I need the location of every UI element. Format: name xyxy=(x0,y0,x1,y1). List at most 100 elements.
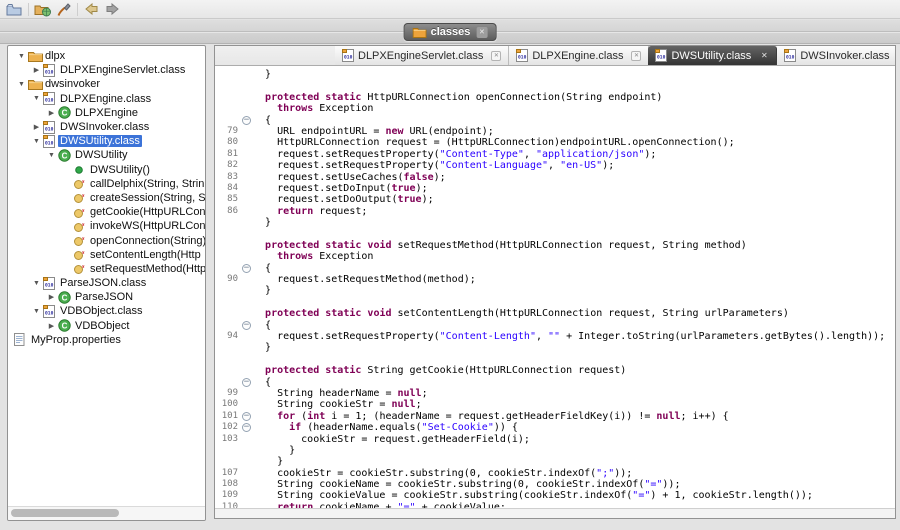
code-line xyxy=(215,297,895,308)
tree-item[interactable]: ▼010DLPXEngine.class xyxy=(8,92,205,106)
tree-item[interactable]: ▶CDLPXEngine xyxy=(8,106,205,120)
close-icon[interactable]: ✕ xyxy=(631,51,641,61)
svg-text:s: s xyxy=(81,192,85,199)
package-tree[interactable]: ▼dlpx▶010DLPXEngineServlet.class▼dwsinvo… xyxy=(8,49,205,507)
tree-item[interactable]: ▼dlpx xyxy=(8,49,205,63)
paintbrush-button[interactable] xyxy=(53,1,74,18)
code-text: request.setDoOutput(true); xyxy=(253,194,434,205)
tree-item-label: getCookie(HttpURLCon xyxy=(88,206,205,218)
back-icon xyxy=(83,2,100,16)
tree-item-label: setRequestMethod(Http xyxy=(88,263,205,275)
code-line: 90 request.setRequestMethod(method); xyxy=(215,274,895,285)
svg-text:s: s xyxy=(81,263,85,270)
close-icon[interactable]: ✕ xyxy=(759,51,769,61)
code-line: 107 cookieStr = cookieStr.substring(0, c… xyxy=(215,468,895,479)
code-text: request.setUseCaches(false); xyxy=(253,172,446,183)
tree-item[interactable]: ▼ C DWSUtility xyxy=(8,148,205,162)
twisty-collapsed-icon[interactable]: ▶ xyxy=(45,109,58,117)
tree-item[interactable]: ▼010 DWSUtility.class xyxy=(8,134,205,148)
close-icon[interactable]: ✕ xyxy=(491,51,501,61)
window-tab-classes[interactable]: classes ✕ xyxy=(404,23,497,41)
smethod-icon: s xyxy=(73,220,88,233)
line-number: 101 xyxy=(215,411,240,422)
line-number xyxy=(215,354,240,365)
svg-text:C: C xyxy=(62,151,68,160)
tree-horizontal-scrollbar[interactable] xyxy=(8,506,205,520)
editor-tab[interactable]: 010 DLPXEngineServlet.class ✕ xyxy=(335,46,509,65)
fold-collapse-icon[interactable]: − xyxy=(242,378,251,387)
tree-item[interactable]: ssetContentLength(Http xyxy=(8,248,205,262)
fold-collapse-icon[interactable]: − xyxy=(242,264,251,273)
line-number: 82 xyxy=(215,160,240,171)
code-line: 83 request.setUseCaches(false); xyxy=(215,172,895,183)
tree-item-label: invokeWS(HttpURLConn xyxy=(88,220,205,232)
tree-item-label: DWSUtility xyxy=(73,149,130,161)
code-line: 81 request.setRequestProperty("Content-T… xyxy=(215,149,895,160)
twisty-expanded-icon[interactable]: ▼ xyxy=(30,280,43,287)
fold-collapse-icon[interactable]: − xyxy=(242,321,251,330)
close-icon[interactable]: ✕ xyxy=(476,27,487,38)
editor-tab[interactable]: 010DLPXEngine.class✕ xyxy=(509,46,649,65)
code-line: 84 request.setDoInput(true); xyxy=(215,183,895,194)
svg-text:010: 010 xyxy=(45,140,54,146)
svg-text:s: s xyxy=(81,249,85,256)
twisty-expanded-icon[interactable]: ▼ xyxy=(30,308,43,315)
class-file-icon: 010 xyxy=(342,49,354,62)
twisty-collapsed-icon[interactable]: ▶ xyxy=(45,293,58,301)
tree-item[interactable]: ▼010VDBObject.class xyxy=(8,304,205,318)
scrollbar-thumb[interactable] xyxy=(11,509,119,517)
tree-item[interactable]: ▼dwsinvoker xyxy=(8,77,205,91)
tree-item[interactable]: ▼010ParseJSON.class xyxy=(8,276,205,290)
smethod-icon: s xyxy=(73,191,88,204)
twisty-collapsed-icon[interactable]: ▶ xyxy=(30,123,43,131)
tree-item[interactable]: ▶CVDBObject xyxy=(8,319,205,333)
tree-item[interactable]: DWSUtility() xyxy=(8,163,205,177)
smethod-icon: s xyxy=(73,177,88,190)
line-number xyxy=(215,80,240,91)
twisty-expanded-icon[interactable]: ▼ xyxy=(30,138,43,145)
editor-tab[interactable]: 010DWSInvoker.class✕ xyxy=(777,46,896,65)
tree-item[interactable]: ▶CParseJSON xyxy=(8,290,205,304)
twisty-expanded-icon[interactable]: ▼ xyxy=(15,53,28,60)
twisty-expanded-icon[interactable]: ▼ xyxy=(45,152,58,159)
editor-tab-label: DLPXEngineServlet.class xyxy=(358,50,483,62)
code-editor[interactable]: } protected static HttpURLConnection ope… xyxy=(215,67,895,509)
code-text: if (headerName.equals("Set-Cookie")) { xyxy=(253,422,518,433)
code-text: throws Exception xyxy=(253,251,373,262)
open-file-button[interactable] xyxy=(4,1,25,18)
back-button[interactable] xyxy=(81,1,102,18)
code-text: { xyxy=(253,263,271,274)
fold-collapse-icon[interactable]: − xyxy=(242,116,251,125)
tree-item[interactable]: ssetRequestMethod(Http xyxy=(8,262,205,276)
smethod-icon: s xyxy=(73,234,88,247)
forward-button[interactable] xyxy=(102,1,123,18)
tree-item[interactable]: MyProp.properties xyxy=(8,333,205,347)
svg-text:010: 010 xyxy=(344,55,353,61)
fold-collapse-icon[interactable]: − xyxy=(242,423,251,432)
tree-item[interactable]: ▶010DWSInvoker.class xyxy=(8,120,205,134)
package-tree-panel: ▼dlpx▶010DLPXEngineServlet.class▼dwsinvo… xyxy=(7,45,206,521)
twisty-expanded-icon[interactable]: ▼ xyxy=(15,81,28,88)
tree-item[interactable]: scallDelphix(String, Strin xyxy=(8,177,205,191)
tree-item[interactable]: sgetCookie(HttpURLCon xyxy=(8,205,205,219)
line-number xyxy=(215,456,240,467)
editor-tab[interactable]: 010DWSUtility.class✕ xyxy=(648,46,777,65)
window-tab-strip: classes ✕ xyxy=(0,20,900,44)
code-line xyxy=(215,228,895,239)
tree-item[interactable]: sopenConnection(String) xyxy=(8,233,205,247)
twisty-collapsed-icon[interactable]: ▶ xyxy=(30,66,43,74)
line-number: 83 xyxy=(215,172,240,183)
tree-item[interactable]: screateSession(String, St xyxy=(8,191,205,205)
tree-item[interactable]: sinvokeWS(HttpURLConn xyxy=(8,219,205,233)
open-archive-button[interactable] xyxy=(32,1,53,18)
tree-item-label: DWSUtility.class xyxy=(58,135,142,147)
line-number: 79 xyxy=(215,126,240,137)
twisty-collapsed-icon[interactable]: ▶ xyxy=(45,322,58,330)
tree-item[interactable]: ▶010DLPXEngineServlet.class xyxy=(8,63,205,77)
svg-text:010: 010 xyxy=(45,282,54,288)
twisty-expanded-icon[interactable]: ▼ xyxy=(30,95,43,102)
code-text: cookieStr = request.getHeaderField(i); xyxy=(253,434,530,445)
editor-horizontal-scrollbar[interactable] xyxy=(215,508,895,518)
fold-collapse-icon[interactable]: − xyxy=(242,412,251,421)
code-text: cookieStr = cookieStr.substring(0, cooki… xyxy=(253,468,632,479)
